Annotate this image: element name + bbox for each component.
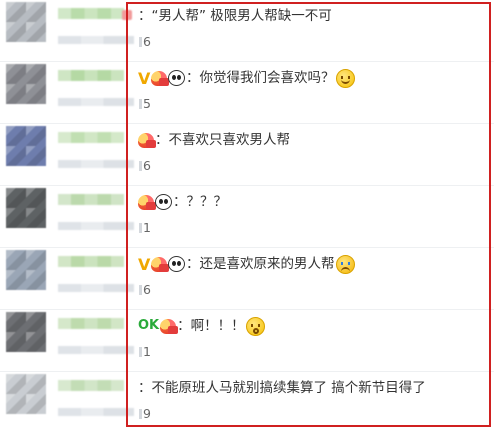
vip-icon: V bbox=[138, 68, 151, 88]
comment-meta-blurred bbox=[58, 346, 134, 354]
comment-text: ：不喜欢只喜欢男人帮 bbox=[155, 132, 290, 148]
panda-icon bbox=[155, 194, 172, 210]
username-blurred[interactable] bbox=[58, 8, 124, 19]
comment-text-line: ：不喜欢只喜欢男人帮 bbox=[138, 129, 290, 151]
panda-icon bbox=[168, 70, 185, 86]
crying-face-icon bbox=[335, 254, 355, 274]
comment-meta-blurred bbox=[58, 284, 134, 292]
avatar[interactable] bbox=[6, 188, 46, 228]
shocked-face-icon bbox=[245, 316, 265, 336]
comment-text: ：不能原班人马就别搞续集算了 搞个新节目得了 bbox=[138, 380, 426, 396]
avatar[interactable] bbox=[6, 250, 46, 290]
like-count[interactable]: 1 bbox=[139, 220, 151, 235]
panda-icon bbox=[168, 256, 185, 272]
comment-meta-blurred bbox=[58, 36, 134, 44]
username-blurred[interactable] bbox=[58, 256, 124, 267]
comment-text: ：？？？ bbox=[173, 194, 227, 210]
comment-text-line: ：“男人帮” 极限男人帮缺一不可 bbox=[138, 5, 332, 27]
vip-icon: V bbox=[138, 254, 151, 274]
like-count[interactable]: 6 bbox=[139, 34, 151, 49]
heart-badge-icon bbox=[138, 194, 156, 210]
comment-meta-blurred bbox=[58, 222, 134, 230]
username-blurred[interactable] bbox=[58, 132, 124, 143]
comment-meta-blurred bbox=[58, 408, 134, 416]
comment-text-line: V ：你觉得我们会喜欢吗？ bbox=[138, 67, 355, 89]
comment-row: V ：你觉得我们会喜欢吗？ 5 bbox=[0, 62, 494, 124]
avatar[interactable] bbox=[6, 64, 46, 104]
like-count[interactable]: 9 bbox=[139, 406, 151, 421]
like-count[interactable]: 6 bbox=[139, 158, 151, 173]
comment-row: ：？？？ 1 bbox=[0, 186, 494, 248]
username-blurred[interactable] bbox=[58, 318, 124, 329]
comment-text-line: ：？？？ bbox=[138, 191, 227, 213]
avatar[interactable] bbox=[6, 2, 46, 42]
avatar[interactable] bbox=[6, 126, 46, 166]
avatar[interactable] bbox=[6, 374, 46, 414]
heart-badge-icon bbox=[138, 132, 156, 148]
username-blurred[interactable] bbox=[58, 70, 124, 81]
heart-badge-icon bbox=[151, 70, 169, 86]
comment-text-line: ：不能原班人马就别搞续集算了 搞个新节目得了 bbox=[138, 377, 426, 399]
comment-row: V ：还是喜欢原来的男人帮 6 bbox=[0, 248, 494, 310]
comment-text: ：还是喜欢原来的男人帮 bbox=[186, 256, 335, 272]
avatar[interactable] bbox=[6, 312, 46, 352]
comment-row: OK ：啊！！！ 1 bbox=[0, 310, 494, 372]
comment-text: ：你觉得我们会喜欢吗？ bbox=[186, 70, 335, 86]
comment-row: ：不喜欢只喜欢男人帮 6 bbox=[0, 124, 494, 186]
comment-meta-blurred bbox=[58, 160, 134, 168]
comment-text: ：“男人帮” 极限男人帮缺一不可 bbox=[138, 8, 332, 24]
comment-meta-blurred bbox=[58, 98, 134, 106]
comment-row: ：“男人帮” 极限男人帮缺一不可 6 bbox=[0, 0, 494, 62]
like-count[interactable]: 5 bbox=[139, 96, 151, 111]
username-blurred[interactable] bbox=[58, 380, 124, 391]
like-count[interactable]: 6 bbox=[139, 282, 151, 297]
ok-icon: OK bbox=[138, 318, 160, 333]
comment-text: ：啊！！！ bbox=[177, 318, 245, 334]
like-count[interactable]: 1 bbox=[139, 344, 151, 359]
heart-badge-icon bbox=[160, 318, 179, 334]
username-blurred[interactable] bbox=[58, 194, 124, 205]
user-badge-icon bbox=[122, 10, 132, 20]
comment-text-line: OK ：啊！！！ bbox=[138, 315, 265, 337]
comment-text-line: V ：还是喜欢原来的男人帮 bbox=[138, 253, 355, 275]
comment-row: ：不能原班人马就别搞续集算了 搞个新节目得了 9 bbox=[0, 372, 494, 434]
smile-icon bbox=[335, 68, 355, 88]
heart-badge-icon bbox=[151, 256, 169, 272]
